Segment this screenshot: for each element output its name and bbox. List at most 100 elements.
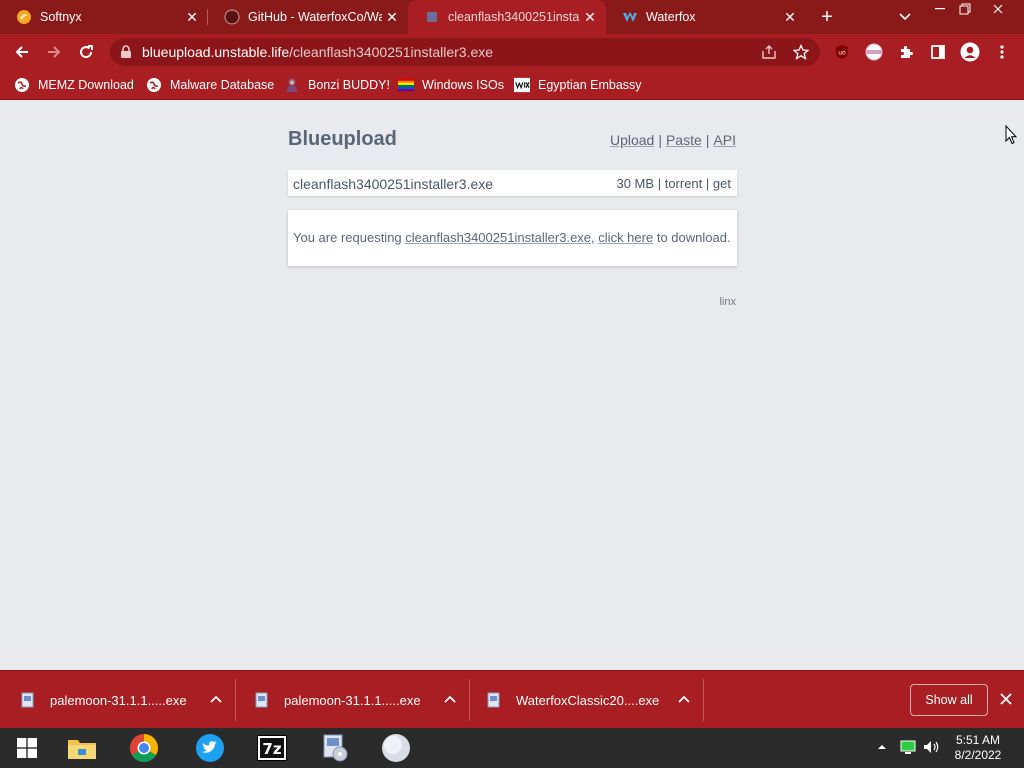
lock-icon[interactable] bbox=[120, 45, 132, 64]
chevron-up-icon[interactable] bbox=[208, 692, 224, 708]
meta-separator: | bbox=[657, 176, 662, 191]
extension-flag-icon[interactable] bbox=[861, 39, 887, 65]
waterfox-favicon-icon bbox=[622, 9, 638, 25]
globe-icon bbox=[14, 77, 30, 93]
url-path: /cleanflash3400251installer3.exe bbox=[289, 44, 494, 60]
site-title[interactable]: Blueupload bbox=[288, 128, 397, 151]
url-text[interactable]: blueupload.unstable.life/cleanflash34002… bbox=[142, 44, 493, 60]
tab-cleanflash[interactable]: cleanflash3400251installe ✕ bbox=[408, 0, 606, 34]
chrome-icon[interactable] bbox=[120, 730, 168, 766]
site-nav: Upload | Paste | API bbox=[610, 132, 736, 148]
forward-button[interactable] bbox=[41, 39, 67, 65]
bookmark-windows-isos[interactable]: Windows ISOs bbox=[398, 76, 504, 94]
bookmark-label: Malware Database bbox=[170, 78, 275, 92]
tab-title: Softnyx bbox=[40, 10, 82, 24]
battery-network-icon[interactable] bbox=[899, 738, 917, 756]
tab-github[interactable]: GitHub - WaterfoxCo/Wa ✕ bbox=[208, 0, 408, 34]
linx-footer-link[interactable]: linx bbox=[719, 296, 736, 308]
requested-file-link[interactable]: cleanflash3400251installer3.exe bbox=[405, 230, 591, 245]
bookmark-label: Egyptian Embassy bbox=[538, 78, 642, 92]
chevron-up-icon[interactable] bbox=[442, 692, 458, 708]
click-here-link[interactable]: click here bbox=[598, 230, 653, 245]
close-window-icon[interactable] bbox=[983, 0, 1013, 18]
download-name: WaterfoxClassic20....exe bbox=[516, 692, 660, 708]
tab-search-chevron-icon[interactable] bbox=[893, 5, 917, 29]
extensions-puzzle-icon[interactable] bbox=[893, 39, 919, 65]
installer-app-icon[interactable] bbox=[310, 730, 358, 766]
bookmark-star-icon[interactable] bbox=[792, 43, 810, 61]
torrent-link[interactable]: torrent bbox=[665, 176, 703, 191]
api-link[interactable]: API bbox=[713, 132, 736, 148]
globe-icon bbox=[146, 77, 162, 93]
start-windows-icon[interactable] bbox=[3, 730, 51, 766]
download-name: palemoon-31.1.1.....exe bbox=[284, 692, 421, 708]
tray-chevron-up-icon[interactable] bbox=[873, 738, 891, 756]
windows-taskbar: 7z 5:51 AM 8/2/2022 bbox=[0, 728, 1024, 768]
system-clock[interactable]: 5:51 AM 8/2/2022 bbox=[948, 733, 1008, 763]
upload-link[interactable]: Upload bbox=[610, 132, 654, 148]
bookmark-label: Bonzi BUDDY! bbox=[308, 78, 390, 92]
installer-file-icon bbox=[21, 692, 34, 708]
share-icon[interactable] bbox=[760, 43, 778, 61]
back-button[interactable] bbox=[9, 39, 35, 65]
clock-time: 5:51 AM bbox=[955, 733, 1001, 747]
nav-separator: | bbox=[705, 132, 710, 148]
tab-title: Waterfox bbox=[646, 10, 696, 24]
file-size: 30 MB bbox=[616, 176, 655, 191]
get-link[interactable]: get bbox=[713, 176, 731, 191]
nav-separator: | bbox=[658, 132, 662, 148]
close-tab-icon[interactable]: ✕ bbox=[382, 7, 402, 27]
reload-button[interactable] bbox=[73, 39, 99, 65]
tab-waterfox[interactable]: Waterfox ✕ bbox=[606, 0, 806, 34]
show-all-button[interactable]: Show all bbox=[910, 684, 988, 716]
file-explorer-icon[interactable] bbox=[58, 730, 106, 766]
chevron-up-icon[interactable] bbox=[676, 692, 692, 708]
sevenzip-label: 7z bbox=[262, 740, 281, 758]
bookmark-egyptian-embassy[interactable]: Egyptian Embassy bbox=[514, 76, 642, 94]
paste-link[interactable]: Paste bbox=[666, 132, 702, 148]
close-tab-icon[interactable]: ✕ bbox=[580, 7, 600, 27]
download-shelf: palemoon-31.1.1.....exe palemoon-31.1.1.… bbox=[0, 670, 1024, 728]
pale-moon-icon[interactable] bbox=[372, 730, 420, 766]
twitter-icon[interactable] bbox=[186, 730, 234, 766]
volume-speaker-icon[interactable] bbox=[923, 738, 941, 756]
side-panel-icon[interactable] bbox=[925, 39, 951, 65]
ublock-origin-icon[interactable]: uo bbox=[829, 39, 855, 65]
menu-kebab-icon[interactable] bbox=[989, 39, 1015, 65]
browser-toolbar: blueupload.unstable.life/cleanflash34002… bbox=[0, 34, 1024, 70]
meta-separator: | bbox=[705, 176, 710, 191]
mouse-cursor-icon bbox=[1005, 124, 1018, 150]
installer-file-icon bbox=[255, 692, 268, 708]
bookmarks-bar: MEMZ Download Malware Database Bonzi BUD… bbox=[0, 70, 1024, 100]
url-host: blueupload.unstable.life bbox=[142, 44, 290, 60]
bookmark-malware-database[interactable]: Malware Database bbox=[146, 76, 274, 94]
installer-file-icon bbox=[487, 692, 500, 708]
bookmark-bonzi-buddy[interactable]: Bonzi BUDDY! bbox=[284, 76, 390, 94]
page-favicon-icon bbox=[424, 9, 440, 25]
restore-icon[interactable] bbox=[950, 0, 980, 18]
close-tab-icon[interactable]: ✕ bbox=[780, 7, 800, 27]
close-shelf-icon[interactable] bbox=[997, 690, 1015, 708]
tab-title: GitHub - WaterfoxCo/Wa bbox=[248, 10, 382, 24]
file-meta: 30 MB | torrent | get bbox=[616, 176, 731, 191]
profile-avatar-icon[interactable] bbox=[957, 39, 983, 65]
bookmark-label: MEMZ Download bbox=[38, 78, 134, 92]
download-item[interactable]: palemoon-31.1.1.....exe bbox=[0, 671, 236, 729]
download-item[interactable]: palemoon-31.1.1.....exe bbox=[236, 671, 470, 729]
download-name: palemoon-31.1.1.....exe bbox=[50, 692, 187, 708]
bookmark-label: Windows ISOs bbox=[422, 78, 504, 92]
download-item[interactable]: WaterfoxClassic20....exe bbox=[470, 671, 704, 729]
file-info-bar: cleanflash3400251installer3.exe 30 MB | … bbox=[288, 170, 737, 196]
bonzi-gorilla-icon bbox=[284, 77, 300, 93]
svg-text:uo: uo bbox=[838, 50, 846, 57]
tab-strip: Softnyx ✕ GitHub - WaterfoxCo/Wa ✕ clean… bbox=[0, 0, 1024, 34]
new-tab-button[interactable]: + bbox=[815, 5, 839, 29]
close-tab-icon[interactable]: ✕ bbox=[182, 7, 202, 27]
sevenzip-icon[interactable]: 7z bbox=[248, 730, 296, 766]
wix-logo-icon bbox=[514, 77, 530, 93]
softnyx-favicon-icon bbox=[16, 9, 32, 25]
address-bar[interactable]: blueupload.unstable.life/cleanflash34002… bbox=[110, 38, 820, 66]
tab-softnyx[interactable]: Softnyx ✕ bbox=[0, 0, 208, 34]
bookmark-memz[interactable]: MEMZ Download bbox=[14, 76, 134, 94]
clock-date: 8/2/2022 bbox=[954, 748, 1002, 762]
